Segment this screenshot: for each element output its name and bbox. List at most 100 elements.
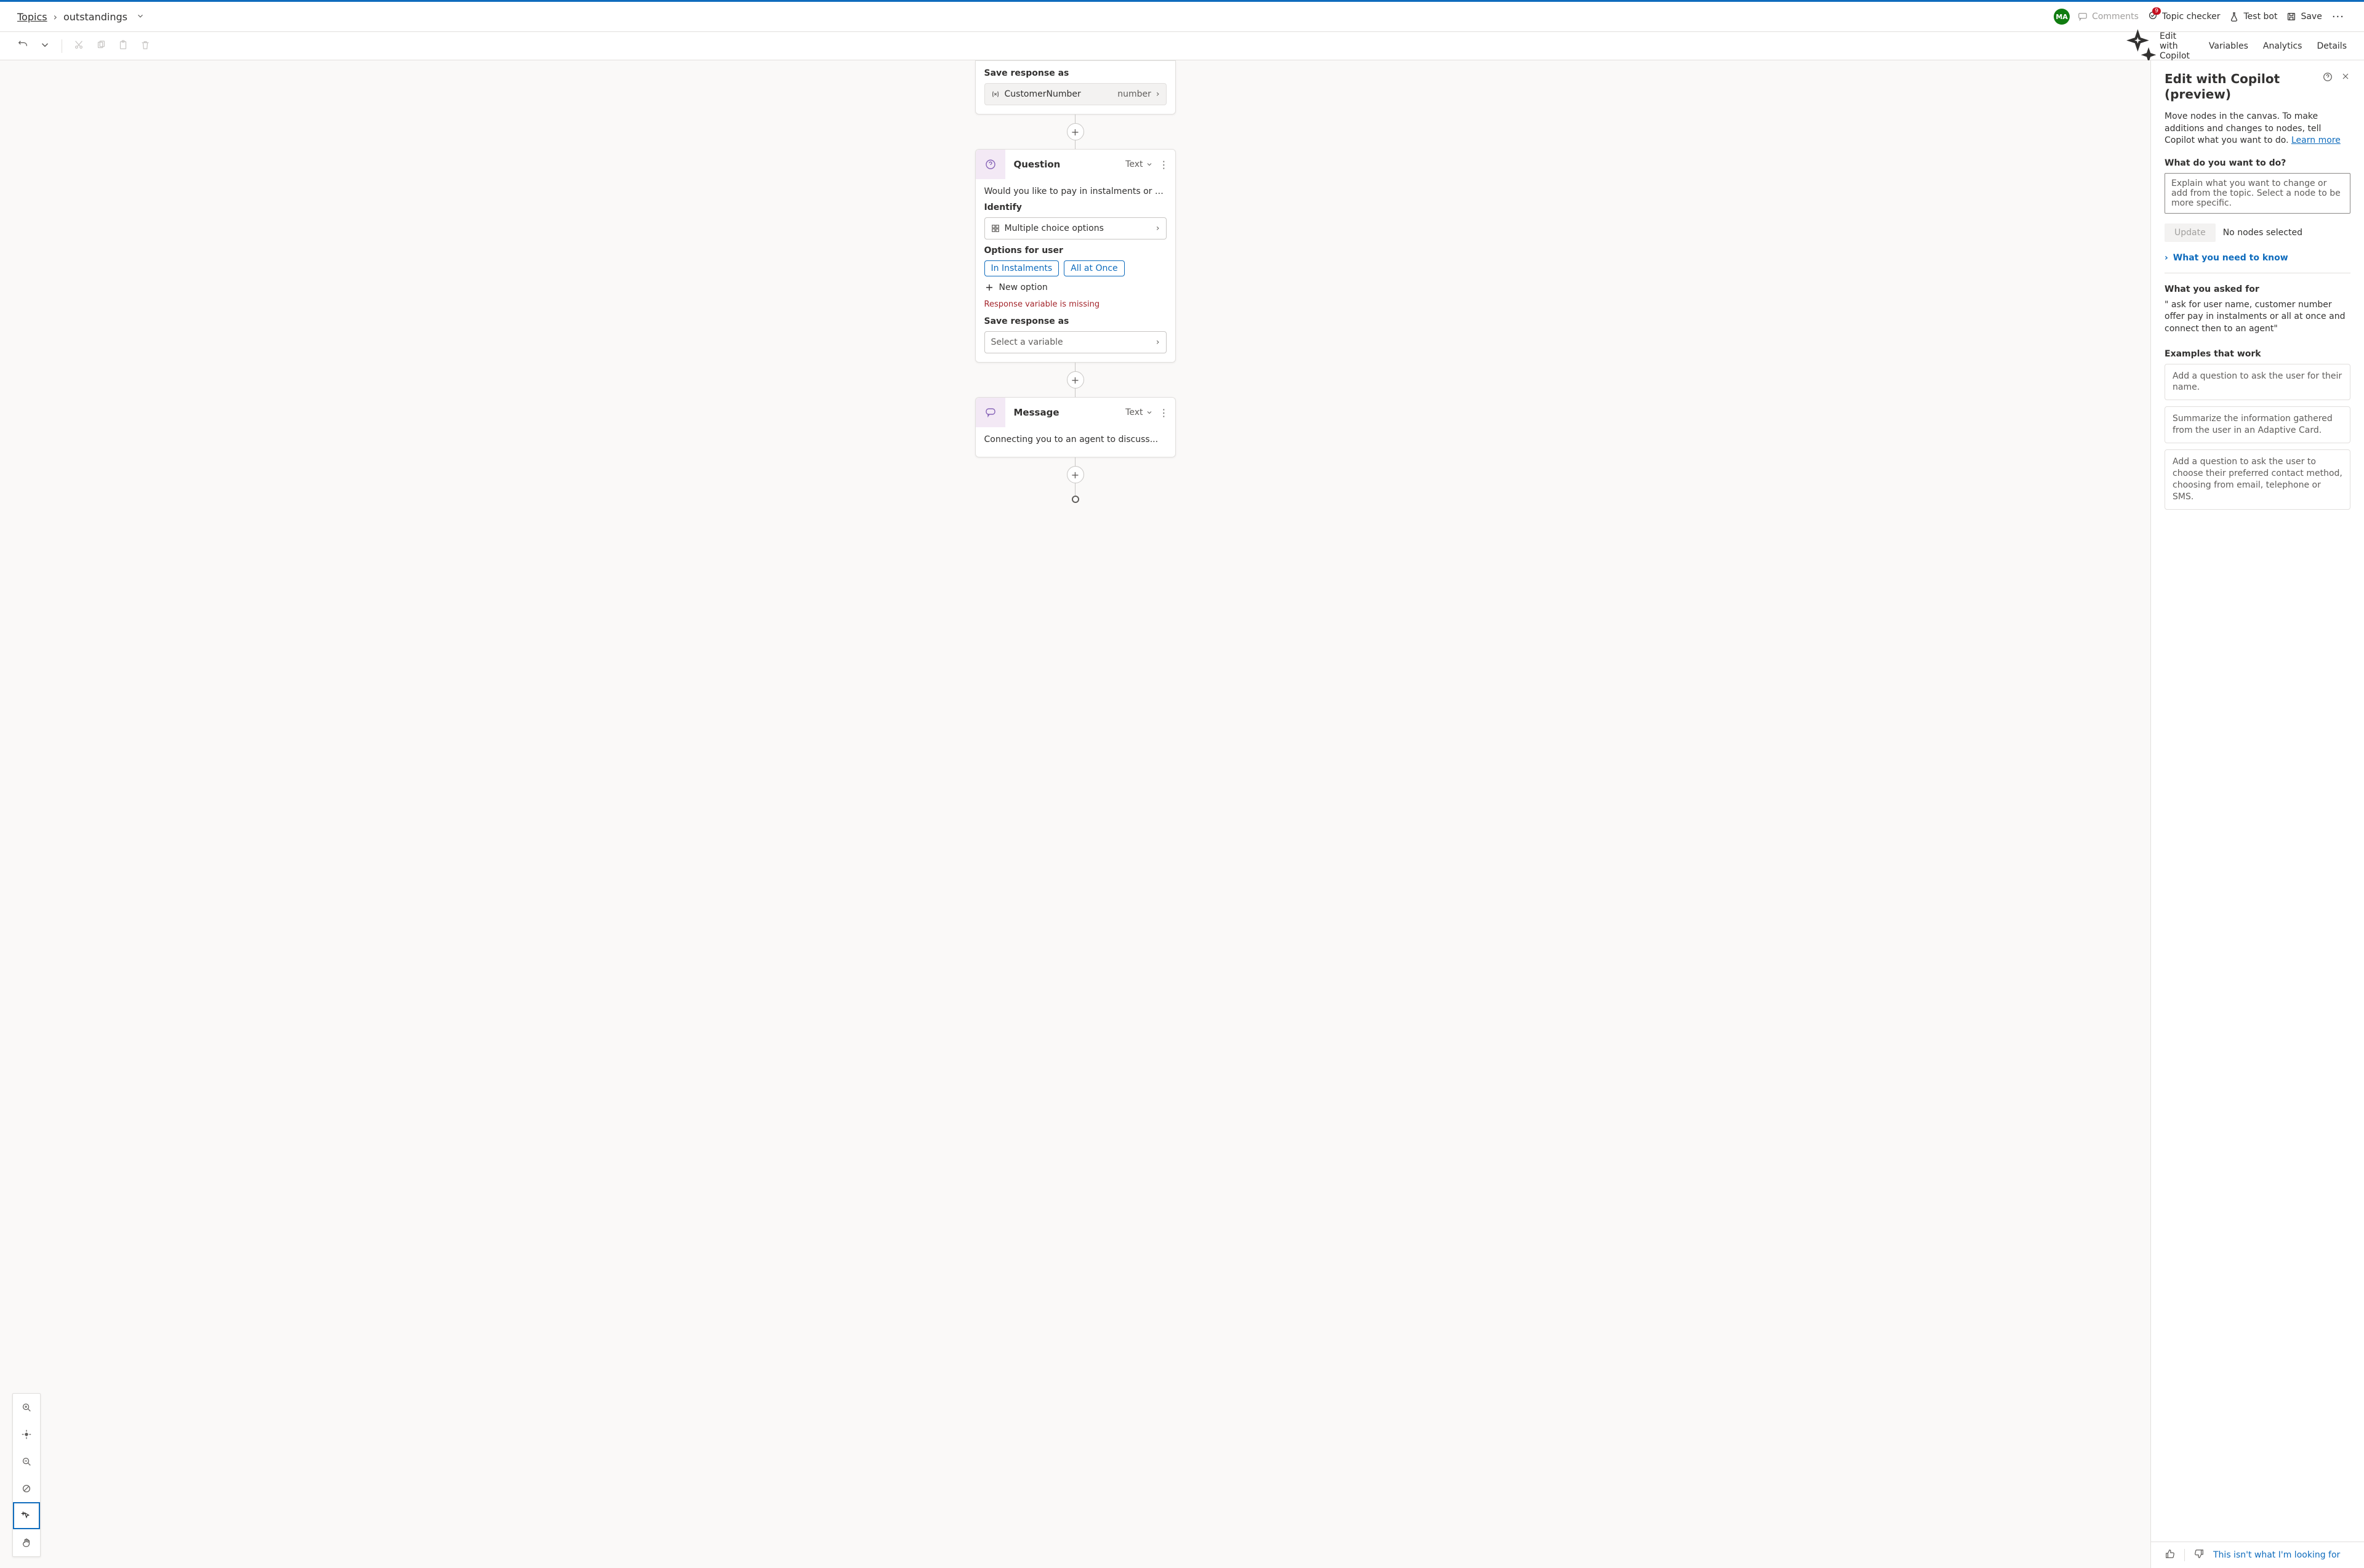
details-button[interactable]: Details — [2313, 41, 2347, 51]
node-menu-button[interactable]: ⋮ — [1153, 159, 1175, 171]
thumbs-up-button[interactable] — [2165, 1548, 2176, 1562]
save-label: Save — [2301, 12, 2322, 22]
more-menu-button[interactable]: ··· — [2330, 10, 2347, 23]
error-message: Response variable is missing — [984, 300, 1167, 309]
fit-to-screen-button[interactable] — [13, 1421, 40, 1448]
variable-picker-customer-number[interactable]: CustomerNumber number › — [984, 83, 1167, 105]
node-question-1-partial[interactable]: Save response as CustomerNumber number › — [975, 60, 1176, 115]
example-suggestion-1[interactable]: Add a question to ask the user for their… — [2165, 364, 2350, 401]
variables-button[interactable]: Variables — [2205, 41, 2248, 51]
panel-title: Edit with Copilot (preview) — [2165, 71, 2280, 102]
option-chip-instalments[interactable]: In Instalments — [984, 260, 1059, 276]
cut-button[interactable] — [73, 39, 84, 53]
copy-icon — [95, 39, 107, 50]
zoom-in-icon — [21, 1402, 32, 1413]
trash-icon — [140, 39, 151, 50]
asked-for-label: What you asked for — [2165, 284, 2350, 294]
reset-zoom-button[interactable] — [13, 1475, 40, 1502]
prompt-label: What do you want to do? — [2165, 158, 2350, 168]
variable-picker-empty[interactable]: Select a variable › — [984, 331, 1167, 353]
undo-menu-button[interactable] — [39, 39, 50, 53]
comments-label: Comments — [2092, 12, 2139, 22]
add-node-button[interactable]: + — [1067, 371, 1084, 388]
add-node-button[interactable]: + — [1067, 123, 1084, 140]
topic-chevron-icon[interactable] — [136, 11, 145, 23]
example-suggestion-2[interactable]: Summarize the information gathered from … — [2165, 406, 2350, 443]
comments-button[interactable]: Comments — [2076, 9, 2140, 25]
paste-icon — [118, 39, 129, 50]
breadcrumb-root[interactable]: Topics — [17, 11, 47, 23]
message-text: Connecting you to an agent to discuss... — [984, 435, 1167, 444]
identify-value: Multiple choice options — [1005, 223, 1151, 233]
details-label: Details — [2317, 41, 2347, 51]
chevron-down-icon — [39, 39, 50, 50]
update-button[interactable]: Update — [2165, 223, 2216, 242]
identify-picker[interactable]: Multiple choice options › — [984, 217, 1167, 239]
undo-icon — [17, 39, 28, 50]
save-icon — [2286, 11, 2297, 22]
options-label: Options for user — [984, 246, 1167, 255]
main-area: Save response as CustomerNumber number ›… — [0, 60, 2364, 1568]
copy-button[interactable] — [95, 39, 107, 53]
thumbs-down-icon — [2193, 1548, 2205, 1559]
node-question-2[interactable]: Question Text ⋮ Would you like to pay in… — [975, 149, 1176, 363]
thumbs-down-button[interactable] — [2193, 1548, 2205, 1562]
topic-checker-button[interactable]: Topic checker — [2146, 7, 2222, 26]
node-type-selector[interactable]: Text — [1125, 159, 1152, 169]
save-response-label-2: Save response as — [984, 316, 1167, 326]
analytics-button[interactable]: Analytics — [2259, 41, 2302, 51]
update-status-note: No nodes selected — [2223, 228, 2302, 238]
user-avatar[interactable]: MA — [2054, 9, 2070, 25]
beaker-icon — [2229, 11, 2240, 22]
add-node-button[interactable]: + — [1067, 466, 1084, 483]
node-title: Message — [1005, 407, 1126, 418]
analytics-label: Analytics — [2263, 41, 2302, 51]
message-node-icon — [976, 398, 1005, 427]
connector: + — [1067, 363, 1084, 397]
test-bot-button[interactable]: Test bot — [2227, 9, 2278, 25]
breadcrumb-sep-icon: › — [54, 11, 57, 23]
select-tool-button[interactable] — [13, 1502, 40, 1529]
target-icon — [21, 1429, 32, 1440]
new-option-button[interactable]: New option — [984, 283, 1167, 292]
what-you-need-expander[interactable]: › What you need to know — [2165, 253, 2350, 263]
zoom-in-button[interactable] — [13, 1394, 40, 1421]
question-node-icon — [976, 150, 1005, 179]
topic-checker-icon — [2147, 10, 2158, 23]
node-message[interactable]: Message Text ⋮ Connecting you to an agen… — [975, 397, 1176, 457]
identify-label: Identify — [984, 203, 1167, 212]
zoom-out-icon — [21, 1456, 32, 1467]
example-suggestion-3[interactable]: Add a question to ask the user to choose… — [2165, 449, 2350, 510]
canvas[interactable]: Save response as CustomerNumber number ›… — [0, 60, 2150, 1568]
edit-with-copilot-button[interactable]: Edit with Copilot — [2120, 28, 2194, 64]
cut-icon — [73, 39, 84, 50]
node-type-selector[interactable]: Text — [1125, 408, 1152, 417]
connector: + — [1067, 457, 1084, 503]
save-button[interactable]: Save — [2285, 9, 2323, 25]
delete-button[interactable] — [140, 39, 151, 53]
asked-for-text: " ask for user name, customer number off… — [2165, 299, 2350, 336]
learn-more-link[interactable]: Learn more — [2291, 135, 2341, 145]
breadcrumb-bar: Topics › outstandings MA Comments Topic … — [0, 2, 2364, 32]
canvas-wrap: Save response as CustomerNumber number ›… — [0, 60, 2151, 1568]
variable-icon — [991, 90, 1000, 99]
zoom-out-button[interactable] — [13, 1448, 40, 1475]
pan-tool-button[interactable] — [13, 1529, 40, 1556]
not-looking-for-link[interactable]: This isn't what I'm looking for — [2213, 1550, 2340, 1560]
end-of-flow-icon — [1072, 496, 1079, 503]
undo-button[interactable] — [17, 39, 28, 53]
panel-feedback-footer: This isn't what I'm looking for — [2151, 1542, 2364, 1568]
chevron-down-icon — [1146, 161, 1153, 168]
close-panel-button[interactable] — [2341, 71, 2350, 85]
copilot-panel: Edit with Copilot (preview) Move nodes i… — [2151, 60, 2364, 1568]
paste-button[interactable] — [118, 39, 129, 53]
breadcrumb-current: outstandings — [63, 11, 127, 23]
save-response-label: Save response as — [984, 68, 1167, 78]
entity-icon — [991, 224, 1000, 233]
new-option-label: New option — [999, 283, 1048, 292]
copilot-prompt-input[interactable] — [2165, 173, 2350, 214]
node-menu-button[interactable]: ⋮ — [1153, 407, 1175, 419]
help-button[interactable] — [2322, 71, 2333, 85]
option-chip-all-at-once[interactable]: All at Once — [1064, 260, 1125, 276]
variable-type: number — [1117, 89, 1151, 99]
